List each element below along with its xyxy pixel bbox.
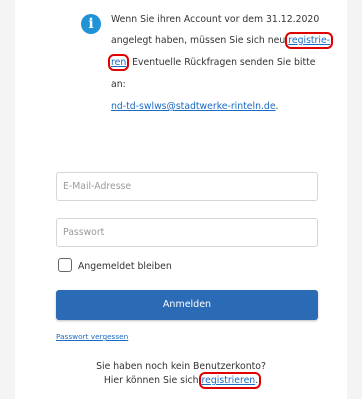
email-field[interactable] — [56, 172, 318, 201]
contact-email-line: nd-td-swlws@stadtwerke-rinteln.de. — [111, 101, 279, 113]
contact-email-suffix: . — [275, 101, 279, 112]
info-text-line-3: ren. Eventuelle Rückfragen senden Sie bi… — [107, 54, 316, 71]
password-input[interactable] — [57, 219, 317, 246]
register-prompt-line-2: Hier können Sie sich registrieren. — [15, 372, 347, 389]
register-prompt-text: Hier können Sie sich — [103, 375, 202, 386]
contact-email-link[interactable]: nd-td-swlws@stadtwerke-rinteln.de — [111, 101, 276, 112]
register-link-part-1[interactable]: registrie- — [285, 32, 334, 49]
info-text-line-4: an: — [111, 79, 126, 90]
info-text-line-3-text: . Eventuelle Rückfragen senden Sie bitte — [126, 57, 316, 68]
info-icon: i — [81, 14, 101, 34]
info-text-line-2-text: angelegt haben, müssen Sie sich neu — [111, 35, 289, 46]
login-button[interactable]: Anmelden — [56, 290, 318, 320]
forgot-password-link[interactable]: Passwort vergessen — [56, 332, 128, 342]
register-link-part-2[interactable]: ren — [107, 54, 130, 71]
login-panel: i Wenn Sie ihren Account vor dem 31.12.2… — [15, 0, 347, 399]
info-text-line-1: Wenn Sie ihren Account vor dem 31.12.202… — [111, 14, 320, 25]
password-field[interactable] — [56, 218, 318, 247]
email-input[interactable] — [57, 173, 317, 200]
remember-me-checkbox[interactable] — [58, 258, 72, 272]
register-link[interactable]: registrieren — [202, 375, 256, 386]
remember-me-label: Angemeldet bleiben — [78, 261, 172, 272]
register-prompt-line-1: Sie haben noch kein Benutzerkonto? — [96, 361, 266, 372]
info-text-line-2: angelegt haben, müssen Sie sich neu regi… — [111, 32, 334, 49]
register-link-wrapper: registrieren. — [198, 372, 262, 389]
register-link-suffix: . — [255, 375, 259, 386]
